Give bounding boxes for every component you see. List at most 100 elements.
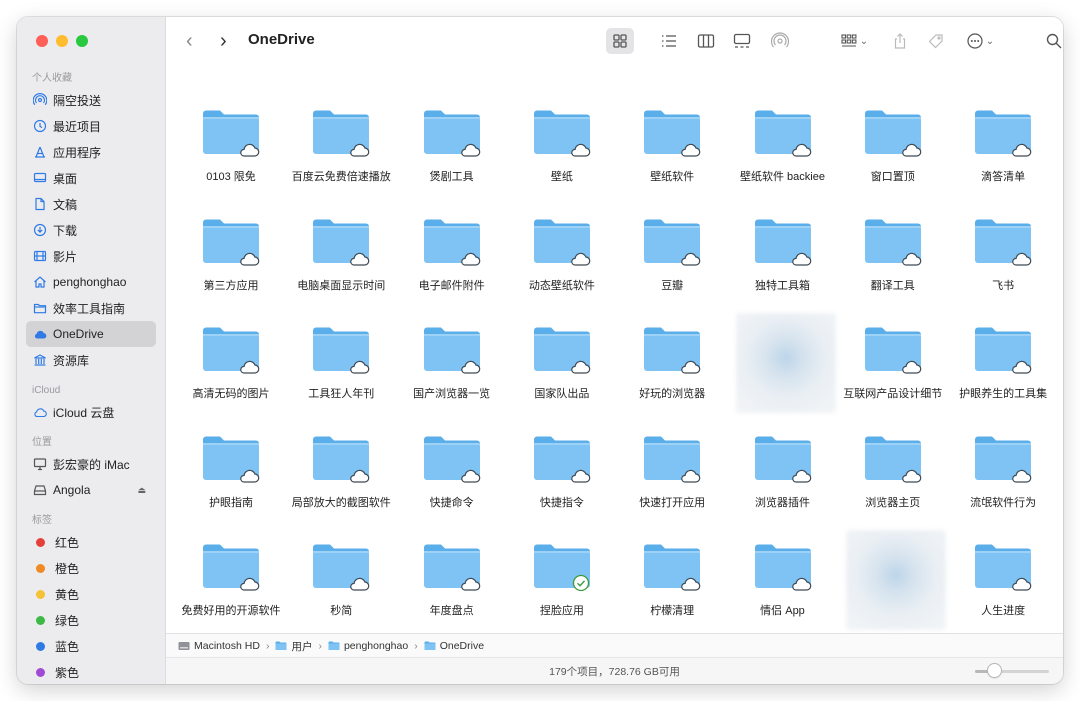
folder-item[interactable]: 壁纸: [507, 93, 617, 193]
eject-icon[interactable]: ⏏: [137, 485, 146, 496]
sidebar-item[interactable]: Angola ⏏: [26, 477, 156, 503]
sidebar-item[interactable]: 绿色: [26, 607, 156, 633]
folder-item[interactable]: 工具狂人年刊: [286, 310, 396, 410]
folder-label: 快捷命令: [429, 496, 474, 509]
sidebar-item[interactable]: 蓝色: [26, 633, 156, 659]
slider-knob[interactable]: [987, 664, 1001, 677]
gallery-view-button[interactable]: [730, 28, 754, 54]
zoom-button[interactable]: [76, 35, 88, 47]
folder-label: 豆瓣: [661, 279, 684, 292]
folder-item[interactable]: 年度盘点: [397, 527, 507, 627]
folder-item[interactable]: 煲剧工具: [397, 93, 507, 193]
folder-item[interactable]: 秒简: [286, 527, 396, 627]
folder-item[interactable]: 国家队出品: [507, 310, 617, 410]
folder-item[interactable]: 互联网产品设计细节: [838, 310, 948, 410]
path-bar: Macintosh HD › 用户 › penghonghao › OneDrive: [166, 633, 1063, 658]
folder-label: 柠檬清理: [650, 605, 695, 617]
sidebar-item[interactable]: 最近项目: [26, 113, 156, 139]
sidebar-item[interactable]: 橙色: [26, 555, 156, 581]
folder-item[interactable]: 免费好用的开源软件: [176, 527, 286, 627]
sidebar-item[interactable]: 下载: [26, 217, 156, 243]
library-icon: [33, 353, 47, 367]
path-segment[interactable]: Macintosh HD: [194, 640, 260, 652]
folder-item[interactable]: 电子邮件附件: [397, 202, 507, 302]
airdrop-button[interactable]: [768, 28, 792, 54]
sidebar-item[interactable]: 资源库: [26, 347, 156, 373]
search-icon: [1046, 33, 1062, 49]
folder-item[interactable]: [838, 527, 948, 630]
back-button[interactable]: ‹: [186, 29, 193, 53]
folder-item[interactable]: 浏览器主页: [838, 419, 948, 519]
folder-label: 浏览器主页: [865, 496, 921, 509]
icon-view-button[interactable]: [606, 28, 634, 54]
folder-item[interactable]: 情侣 App: [728, 527, 838, 627]
folder-item[interactable]: 好玩的浏览器: [617, 310, 727, 410]
folder-item[interactable]: [728, 310, 838, 413]
more-button[interactable]: ⌄: [962, 28, 998, 54]
sidebar-item[interactable]: 文稿: [26, 191, 156, 217]
folder-item[interactable]: 百度云免费倍速播放: [286, 93, 396, 193]
folder-icon: [974, 109, 1032, 157]
folder-item[interactable]: 壁纸软件 backiee: [728, 93, 838, 193]
sidebar-item[interactable]: 紫色: [26, 659, 156, 684]
folder-item[interactable]: 快捷命令: [397, 419, 507, 519]
folder-item[interactable]: 护眼养生的工具集: [948, 310, 1058, 410]
folder-label: 人生进度: [981, 605, 1026, 617]
sidebar-item[interactable]: 彭宏豪的 iMac: [26, 451, 156, 477]
close-button[interactable]: [36, 35, 48, 47]
folder-item[interactable]: 捏脸应用: [507, 527, 617, 627]
path-segment[interactable]: OneDrive: [440, 640, 484, 652]
folder-item[interactable]: 独特工具箱: [728, 202, 838, 302]
folder-item[interactable]: 飞书: [948, 202, 1058, 302]
folder-item[interactable]: 柠檬清理: [617, 527, 727, 627]
sidebar-item[interactable]: 应用程序: [26, 139, 156, 165]
folder-item[interactable]: 浏览器插件: [728, 419, 838, 519]
folder-label: 浏览器插件: [755, 496, 810, 509]
status-text: 179个项目，728.76 GB可用: [549, 666, 680, 678]
sidebar-item[interactable]: 隔空投送: [26, 87, 156, 113]
folder-item[interactable]: 局部放大的截图软件: [286, 419, 396, 519]
sidebar-item-label: 隔空投送: [53, 93, 102, 108]
path-segment[interactable]: penghonghao: [344, 640, 408, 652]
folder-item[interactable]: 窗口置顶: [838, 93, 948, 193]
minimize-button[interactable]: [56, 35, 68, 47]
sidebar-item[interactable]: 黄色: [26, 581, 156, 607]
share-button[interactable]: [888, 28, 912, 54]
folder-item[interactable]: 壁纸软件: [617, 93, 727, 193]
folder-item[interactable]: 翻译工具: [838, 202, 948, 302]
folder-item[interactable]: 动态壁纸软件: [507, 202, 617, 302]
tag-button[interactable]: [924, 28, 948, 54]
column-view-button[interactable]: [694, 28, 718, 54]
sidebar-item[interactable]: 效率工具指南: [26, 295, 156, 321]
folder-label: 护眼养生的工具集: [959, 388, 1048, 400]
folder-item[interactable]: 人生进度: [948, 527, 1058, 627]
folder-item[interactable]: 护眼指南: [176, 419, 286, 519]
folder-item[interactable]: 第三方应用: [176, 202, 286, 302]
icon-size-slider[interactable]: [975, 664, 1049, 677]
grid-icon: [613, 34, 627, 48]
sidebar-item[interactable]: penghonghao: [26, 269, 156, 295]
sidebar-item[interactable]: 桌面: [26, 165, 156, 191]
sidebar-item[interactable]: 影片: [26, 243, 156, 269]
sidebar-item[interactable]: iCloud 云盘: [26, 399, 156, 425]
sidebar-item-label: 桌面: [53, 171, 78, 186]
folder-item[interactable]: 国产浏览器一览: [397, 310, 507, 410]
sidebar-item[interactable]: 红色: [26, 529, 156, 555]
folder-item[interactable]: 快捷指令: [507, 419, 617, 519]
folder-item[interactable]: 电脑桌面显示时间: [286, 202, 396, 302]
search-button[interactable]: [1042, 28, 1063, 54]
folder-item[interactable]: 豆瓣: [617, 202, 727, 302]
folder-item[interactable]: 滴答清单: [948, 93, 1058, 193]
sidebar-item-label: 最近项目: [53, 119, 102, 134]
sidebar-item[interactable]: OneDrive: [26, 321, 156, 347]
folder-item[interactable]: 快速打开应用: [617, 419, 727, 519]
folder-item[interactable]: 高清无码的图片: [176, 310, 286, 410]
forward-button[interactable]: ›: [220, 29, 227, 53]
folder-item[interactable]: 0103 限免: [176, 93, 286, 193]
home-folder-icon: [328, 641, 340, 651]
folder-item[interactable]: 流氓软件行为: [948, 419, 1058, 519]
path-segment[interactable]: 用户: [291, 639, 312, 654]
folder-icon: [754, 109, 812, 157]
list-view-button[interactable]: [658, 28, 680, 54]
group-button[interactable]: ⌄: [836, 28, 872, 54]
